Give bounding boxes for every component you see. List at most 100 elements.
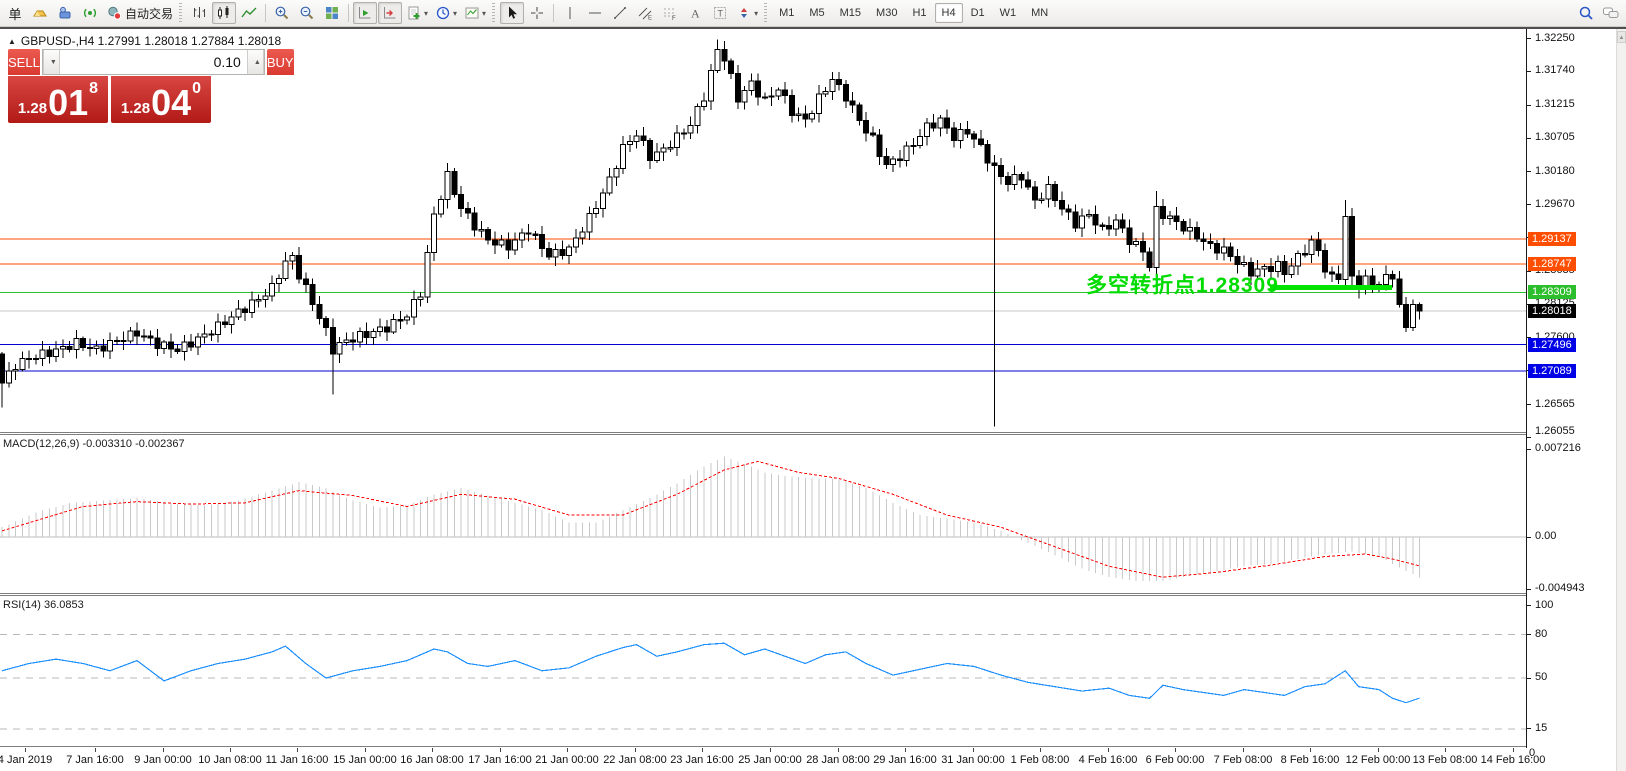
text-tool[interactable]: A: [683, 2, 707, 24]
macd-tick-label: 0.007216: [1535, 442, 1581, 454]
macd-pane[interactable]: [0, 435, 1526, 593]
timeframe-m15[interactable]: M15: [833, 3, 868, 23]
timeframe-h4[interactable]: H4: [935, 3, 963, 23]
rsi-tick-label: 50: [1535, 671, 1547, 683]
candle-body: [526, 233, 531, 234]
macd-tick-mark: [1527, 537, 1531, 538]
crosshair-button[interactable]: [525, 2, 549, 24]
collapse-triangle-icon[interactable]: ▲: [8, 37, 16, 46]
price-tick-mark: [1527, 204, 1531, 205]
templates-button[interactable]: ▾: [461, 2, 489, 24]
candle-body: [776, 90, 781, 96]
vertical-scrollbar[interactable]: ▲: [1616, 29, 1626, 771]
trendline-tool[interactable]: [608, 2, 632, 24]
zoom-in-button[interactable]: [270, 2, 294, 24]
toolbar-grip[interactable]: [492, 3, 495, 23]
candle-body: [1107, 225, 1112, 229]
cursor-button[interactable]: [500, 2, 524, 24]
trendline-object[interactable]: [1270, 285, 1392, 290]
horizontal-line-tool[interactable]: [583, 2, 607, 24]
autotrading-button[interactable]: 自动交易: [103, 2, 176, 24]
candle-body: [1417, 304, 1422, 311]
candle-body: [931, 123, 936, 128]
time-axis[interactable]: 4 Jan 20197 Jan 16:009 Jan 00:0010 Jan 0…: [0, 748, 1626, 771]
timeframe-mn[interactable]: MN: [1024, 3, 1055, 23]
timeframe-w1[interactable]: W1: [993, 3, 1024, 23]
candle-body: [688, 125, 693, 132]
candle-body: [1093, 214, 1098, 225]
candle-body: [1026, 180, 1031, 187]
buy-price-big: 04: [151, 86, 191, 120]
candle-body: [101, 346, 106, 351]
timeframe-h1[interactable]: H1: [905, 3, 933, 23]
buy-button[interactable]: BUY: [267, 49, 294, 75]
candle-body: [627, 141, 632, 144]
bar-chart-button[interactable]: [187, 2, 211, 24]
auto-scroll-icon: [357, 5, 373, 21]
candle-body: [168, 342, 173, 349]
time-tick-mark: [838, 748, 839, 752]
main-chart-pane[interactable]: [0, 29, 1526, 432]
candle-body: [243, 309, 248, 313]
zoom-out-button[interactable]: [295, 2, 319, 24]
new-order-button[interactable]: 单: [3, 2, 27, 24]
pivot-annotation-text[interactable]: 多空转折点1.28309: [1086, 269, 1279, 299]
vertical-line-icon: [562, 5, 578, 21]
data-window-button[interactable]: [53, 2, 77, 24]
candle-body: [857, 105, 862, 120]
candle-body: [1383, 274, 1388, 284]
indicators-button[interactable]: ▾: [403, 2, 431, 24]
candle-body: [951, 128, 956, 141]
tile-windows-icon: [324, 5, 340, 21]
price-tick-mark: [1527, 138, 1531, 139]
search-button[interactable]: [1574, 2, 1598, 24]
candle-body: [398, 320, 403, 321]
fibonacci-tool[interactable]: F: [658, 2, 682, 24]
timeframe-d1[interactable]: D1: [964, 3, 992, 23]
candle-body: [418, 297, 423, 300]
candle-body: [695, 107, 700, 126]
candle-body: [580, 232, 585, 238]
vertical-line-tool[interactable]: [558, 2, 582, 24]
navigator-button[interactable]: [78, 2, 102, 24]
volume-increase-button[interactable]: ▲: [247, 50, 264, 74]
price-axis[interactable]: 1.322501.317401.312151.307051.301801.296…: [1526, 29, 1616, 748]
timeframe-m5[interactable]: M5: [802, 3, 831, 23]
sell-button[interactable]: SELL: [8, 49, 40, 75]
time-tick-mark: [770, 748, 771, 752]
scroll-up-arrow[interactable]: ▲: [1617, 31, 1626, 43]
buy-quote-button[interactable]: 1.28040: [111, 76, 211, 123]
new-order-label: 单: [8, 4, 21, 23]
price-level-badge: 1.27496: [1528, 338, 1576, 352]
rsi-tick-label: 15: [1535, 722, 1547, 734]
tile-windows-button[interactable]: [320, 2, 344, 24]
candle-body: [911, 145, 916, 146]
market-watch-button[interactable]: [28, 2, 52, 24]
chart-shift-button[interactable]: [378, 2, 402, 24]
timeframe-m1[interactable]: M1: [772, 3, 801, 23]
candle-body: [1343, 217, 1348, 280]
arrows-tool[interactable]: ▾: [733, 2, 761, 24]
channel-tool[interactable]: E: [633, 2, 657, 24]
crosshair-icon: [529, 5, 545, 21]
candle-body: [276, 279, 281, 284]
candlestick-chart-button[interactable]: [212, 2, 236, 24]
text-label-tool[interactable]: T: [708, 2, 732, 24]
sell-quote-button[interactable]: 1.28018: [8, 76, 108, 123]
volume-input[interactable]: [60, 50, 247, 74]
auto-scroll-button[interactable]: [353, 2, 377, 24]
sell-label: SELL: [8, 55, 40, 70]
timeframe-m30[interactable]: M30: [869, 3, 904, 23]
chat-button[interactable]: [1599, 2, 1623, 24]
toolbar-grip[interactable]: [179, 3, 182, 23]
line-chart-button[interactable]: [237, 2, 261, 24]
chart-window[interactable]: 4 Jan 20197 Jan 16:009 Jan 00:0010 Jan 0…: [0, 27, 1626, 769]
time-tick-label: 7 Jan 16:00: [66, 754, 124, 766]
toolbar-grip[interactable]: [764, 3, 767, 23]
volume-decrease-button[interactable]: ▼: [43, 50, 60, 74]
rsi-pane[interactable]: [0, 596, 1526, 746]
main-toolbar: 单 自动交易 ▾ ▾ ▾ E F A T ▾ M1M5M15M30H1H4D1W…: [0, 0, 1626, 27]
macd-tick-mark: [1527, 449, 1531, 450]
periods-button[interactable]: ▾: [432, 2, 460, 24]
time-tick-label: 8 Feb 16:00: [1281, 754, 1340, 766]
